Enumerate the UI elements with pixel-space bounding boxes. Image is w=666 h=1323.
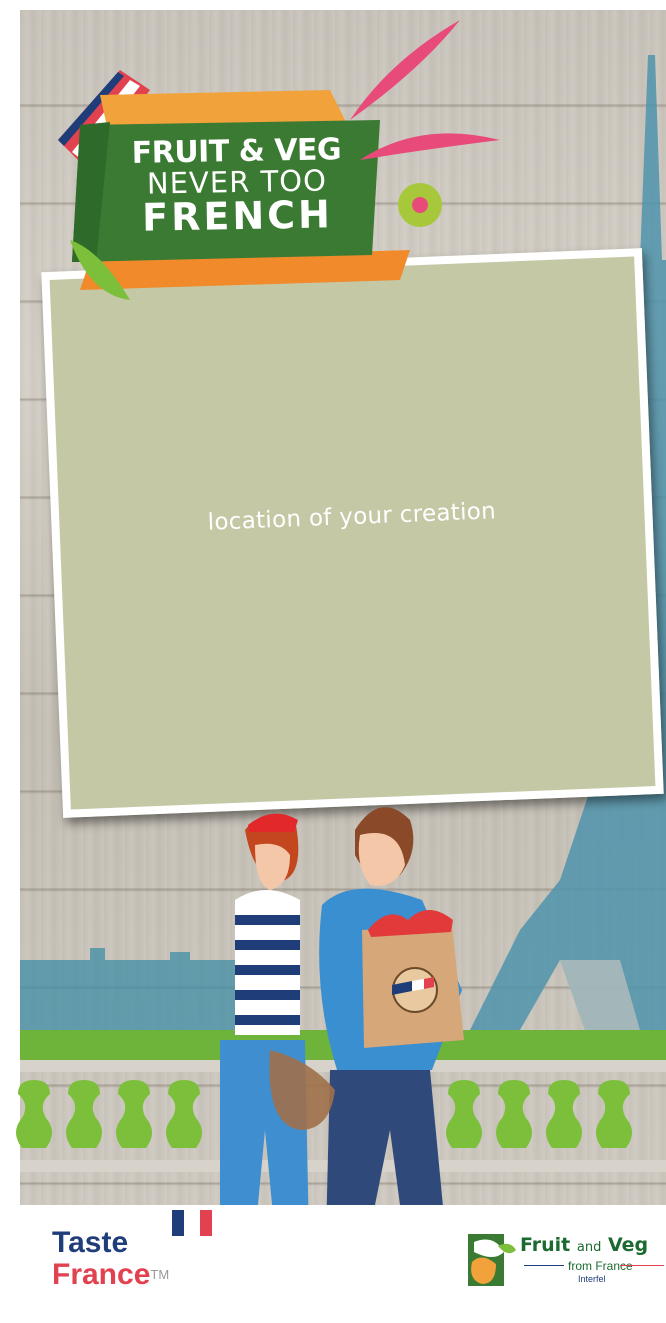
french-flag-icon xyxy=(172,1210,212,1236)
taste-line: Taste xyxy=(52,1226,129,1259)
trademark-mark: TM xyxy=(150,1267,170,1282)
logo-line-3: FRENCH xyxy=(141,192,334,240)
france-line: FranceTM xyxy=(52,1258,170,1291)
fruit-and-veg-logo-icon xyxy=(468,1234,516,1286)
tricolor-rule xyxy=(524,1265,664,1266)
taste-france-logo: Taste FranceTM xyxy=(52,1228,169,1292)
fruit-and-veg-title: Fruit and Veg xyxy=(520,1234,649,1256)
interfel-label: Interfel xyxy=(578,1274,606,1284)
poster: location of your creation FRUIT & VEG NE… xyxy=(0,0,666,1323)
fern-icon xyxy=(350,20,460,120)
from-france-label: from France xyxy=(568,1259,633,1273)
fruit-and-veg-wordmark: Fruit and Veg from France Interfel xyxy=(520,1234,648,1285)
creation-placeholder-label: location of your creation xyxy=(207,498,497,536)
campaign-logo-text: FRUIT & VEG NEVER TOO FRENCH xyxy=(123,132,351,240)
